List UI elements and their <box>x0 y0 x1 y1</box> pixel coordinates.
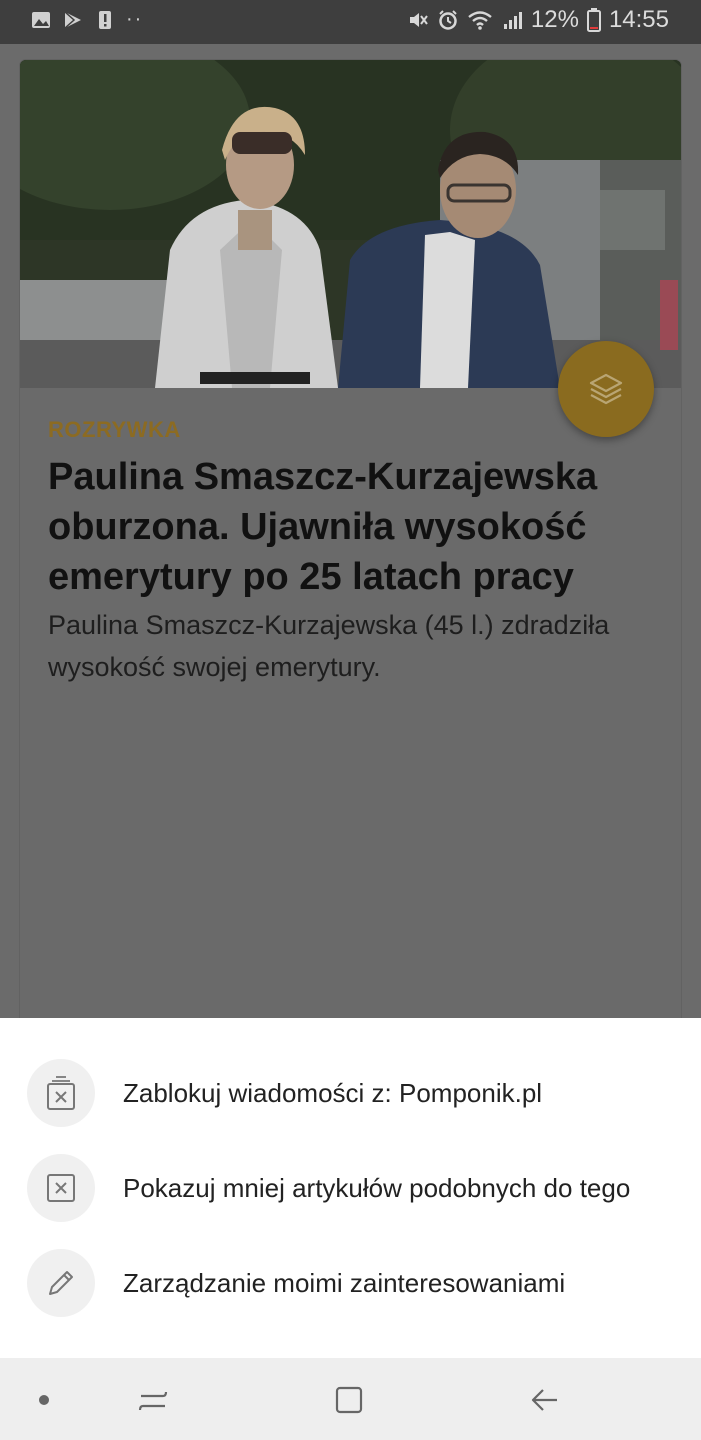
block-source-label: Zablokuj wiadomości z: Pomponik.pl <box>123 1077 543 1108</box>
layers-button[interactable] <box>558 341 654 437</box>
pencil-icon <box>27 1249 95 1317</box>
more-dots-icon: ·· <box>126 8 144 30</box>
show-less-option[interactable]: Pokazuj mniej artykułów podobnych do teg… <box>0 1143 701 1233</box>
options-sheet: Zablokuj wiadomości z: Pomponik.pl Pokaz… <box>0 1018 701 1358</box>
show-less-label: Pokazuj mniej artykułów podobnych do teg… <box>123 1172 631 1203</box>
recents-icon <box>138 1391 168 1411</box>
article-title[interactable]: Paulina Smaszcz-Kurzajewska oburzona. Uj… <box>48 452 668 602</box>
block-source-option[interactable]: Zablokuj wiadomości z: Pomponik.pl <box>0 1048 701 1138</box>
article-lead[interactable]: Paulina Smaszcz-Kurzajewska (45 l.) zdra… <box>48 604 668 688</box>
wifi-icon <box>468 11 492 30</box>
image-icon <box>32 11 50 28</box>
alert-icon <box>99 10 111 29</box>
block-source-icon <box>27 1059 95 1127</box>
dot-icon <box>39 1395 49 1405</box>
recents-button[interactable] <box>131 1378 175 1422</box>
alarm-icon <box>439 10 457 30</box>
mute-icon <box>409 13 428 27</box>
back-icon <box>531 1389 557 1411</box>
status-bar: ·· 12% 14:55 <box>0 0 701 44</box>
manage-interests-option[interactable]: Zarządzanie moimi zainteresowaniami <box>0 1238 701 1328</box>
show-less-icon <box>27 1154 95 1222</box>
notification-icons: ·· <box>30 8 143 31</box>
home-icon <box>335 1386 363 1414</box>
clock: 14:55 <box>608 6 669 33</box>
article-category[interactable]: ROZRYWKA <box>48 417 181 443</box>
article-hero-image[interactable] <box>20 60 681 388</box>
home-button[interactable] <box>327 1378 371 1422</box>
battery-percent: 12% <box>530 6 579 33</box>
signal-icon <box>503 12 522 29</box>
battery-icon <box>586 8 601 32</box>
back-button[interactable] <box>523 1378 567 1422</box>
article-card[interactable]: ROZRYWKA Paulina Smaszcz-Kurzajewska obu… <box>20 60 681 1060</box>
system-status: 12% 14:55 <box>407 6 669 34</box>
play-store-icon <box>64 10 81 29</box>
navigation-bar <box>0 1358 701 1440</box>
layers-icon <box>589 373 623 405</box>
dot-button[interactable] <box>22 1378 66 1422</box>
manage-interests-label: Zarządzanie moimi zainteresowaniami <box>123 1267 566 1298</box>
